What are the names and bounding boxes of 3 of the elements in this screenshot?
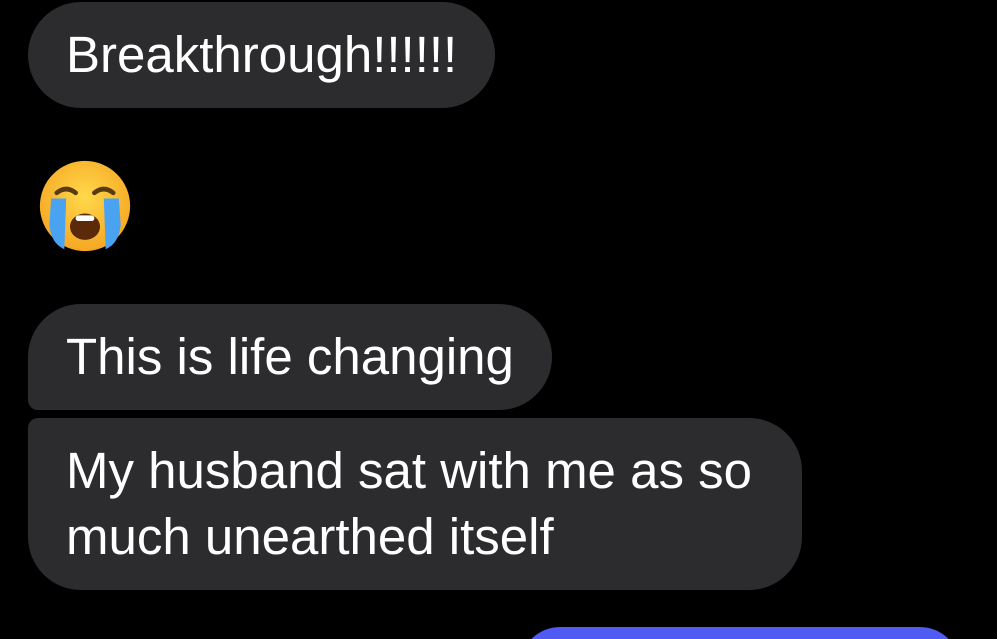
message-text: This is life changing xyxy=(66,327,514,387)
message-text: Breakthrough!!!!!! xyxy=(66,25,458,85)
message-text: My husband sat with me as so much unearthed itself xyxy=(66,441,753,567)
